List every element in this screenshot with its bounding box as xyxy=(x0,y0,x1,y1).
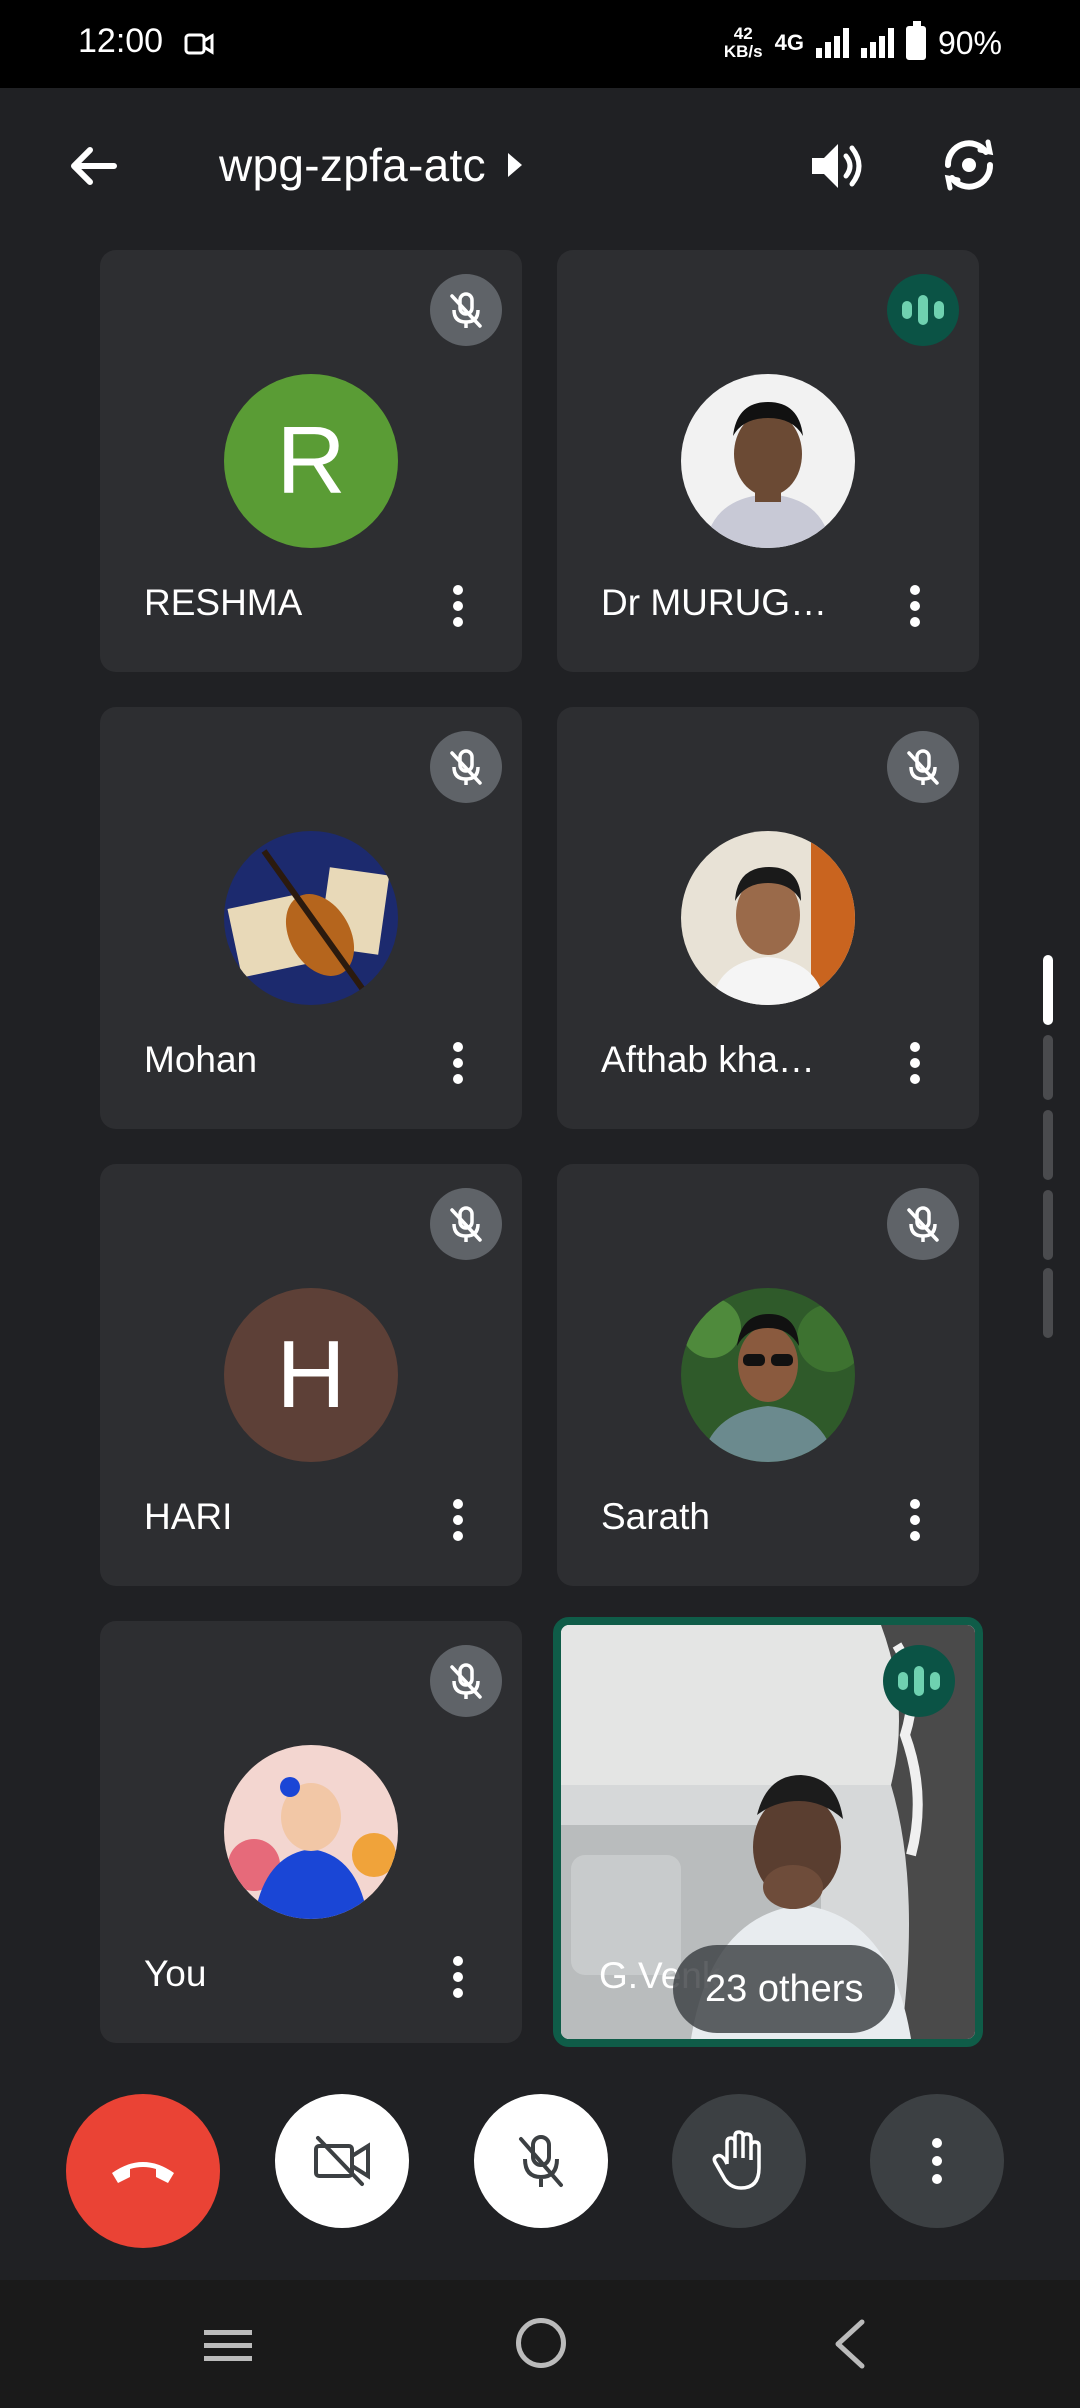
scroll-indicator-active[interactable] xyxy=(1043,955,1053,1025)
participant-name: Afthab kha… xyxy=(601,1039,815,1080)
battery-percent: 90% xyxy=(937,24,1002,61)
profile-photo xyxy=(224,1745,398,1919)
meeting-code: wpg-zpfa-atc xyxy=(219,139,486,191)
participant-tile[interactable]: H HARI xyxy=(100,1164,522,1586)
network-speed-value: 42 xyxy=(733,24,753,43)
signal-icon-2 xyxy=(860,28,894,58)
more-vert-icon[interactable] xyxy=(895,1490,935,1550)
more-vert-icon[interactable] xyxy=(438,1033,478,1093)
participant-tile[interactable]: Dr MURUG… xyxy=(557,250,979,672)
network-speed: 42 KB/s xyxy=(724,25,763,61)
others-count-label: 23 others xyxy=(705,1967,864,2010)
participant-tile[interactable]: Afthab kha… xyxy=(557,707,979,1129)
speaking-indicator-icon xyxy=(883,1645,955,1717)
mic-off-icon xyxy=(430,274,502,346)
call-controls xyxy=(0,2060,1080,2280)
participant-name: RESHMA xyxy=(144,582,303,623)
mic-off-icon xyxy=(430,731,502,803)
status-time: 12:00 xyxy=(78,22,164,60)
participant-tile[interactable]: Mohan xyxy=(100,707,522,1129)
avatar xyxy=(224,1745,398,1919)
more-vert-icon[interactable] xyxy=(438,576,478,636)
avatar xyxy=(681,1288,855,1462)
camera-off-icon xyxy=(314,2136,370,2186)
microphone-toggle-button[interactable] xyxy=(474,2094,608,2228)
mic-off-icon xyxy=(887,731,959,803)
mic-off-icon xyxy=(887,1188,959,1260)
participant-name: You xyxy=(144,1953,207,1994)
back-arrow-icon[interactable] xyxy=(64,136,124,196)
network-speed-unit: KB/s xyxy=(723,42,763,61)
participant-tile-self[interactable]: You xyxy=(100,1621,522,2043)
mic-off-icon xyxy=(519,2135,563,2187)
status-indicators: 42 KB/s 4G 90% xyxy=(724,18,1002,68)
participant-name: Sarath xyxy=(601,1496,711,1537)
camera-toggle-button[interactable] xyxy=(275,2094,409,2228)
avatar xyxy=(681,374,855,548)
signal-icon xyxy=(815,28,849,58)
avatar-letter: H xyxy=(276,1321,346,1428)
battery-icon xyxy=(905,21,926,60)
mic-off-icon xyxy=(430,1645,502,1717)
mic-off-icon xyxy=(430,1188,502,1260)
end-call-icon xyxy=(112,2162,174,2183)
others-count-button[interactable]: 23 others xyxy=(673,1945,896,2033)
network-type: 4G xyxy=(774,30,804,55)
profile-photo xyxy=(681,374,855,548)
recents-menu-icon[interactable] xyxy=(202,2326,254,2366)
profile-photo xyxy=(224,831,398,1005)
home-icon[interactable] xyxy=(516,2318,566,2368)
participant-name: Dr MURUG… xyxy=(601,582,828,623)
app-bar: wpg-zpfa-atc xyxy=(0,88,1080,242)
participant-name: HARI xyxy=(144,1496,233,1537)
scroll-indicator-segment xyxy=(1043,1110,1053,1180)
more-vert-icon[interactable] xyxy=(895,1033,935,1093)
more-vert-icon[interactable] xyxy=(438,1490,478,1550)
more-options-button[interactable] xyxy=(870,2094,1004,2228)
speaking-indicator-icon xyxy=(887,274,959,346)
avatar: R xyxy=(224,374,398,548)
switch-camera-icon[interactable] xyxy=(936,132,1002,198)
participant-tile[interactable]: Sarath xyxy=(557,1164,979,1586)
avatar: H xyxy=(224,1288,398,1462)
more-vert-icon xyxy=(932,2138,942,2184)
status-bar: 12:00 42 KB/s 4G 90% xyxy=(0,0,1080,88)
end-call-button[interactable] xyxy=(66,2094,220,2248)
participant-tile[interactable]: R RESHMA xyxy=(100,250,522,672)
profile-photo xyxy=(681,831,855,1005)
scroll-indicator-segment xyxy=(1043,1268,1053,1338)
avatar-letter: R xyxy=(276,407,346,514)
nav-back-icon[interactable] xyxy=(830,2318,870,2370)
participant-video-tile[interactable]: G.Venk 23 others xyxy=(553,1617,983,2047)
meeting-title-button[interactable]: wpg-zpfa-atc xyxy=(219,138,522,192)
avatar xyxy=(681,831,855,1005)
system-navigation-bar xyxy=(0,2280,1080,2408)
screen-record-icon xyxy=(184,33,214,55)
caret-right-icon xyxy=(507,153,522,177)
raise-hand-button[interactable] xyxy=(672,2094,806,2228)
participant-name: Mohan xyxy=(144,1039,258,1080)
more-vert-icon[interactable] xyxy=(438,1947,478,2007)
profile-photo xyxy=(681,1288,855,1462)
more-vert-icon[interactable] xyxy=(895,576,935,636)
avatar xyxy=(224,831,398,1005)
scroll-indicator-segment xyxy=(1043,1190,1053,1260)
speaker-icon[interactable] xyxy=(806,136,870,196)
scroll-indicator-segment xyxy=(1043,1035,1053,1100)
raise-hand-icon xyxy=(712,2130,761,2190)
